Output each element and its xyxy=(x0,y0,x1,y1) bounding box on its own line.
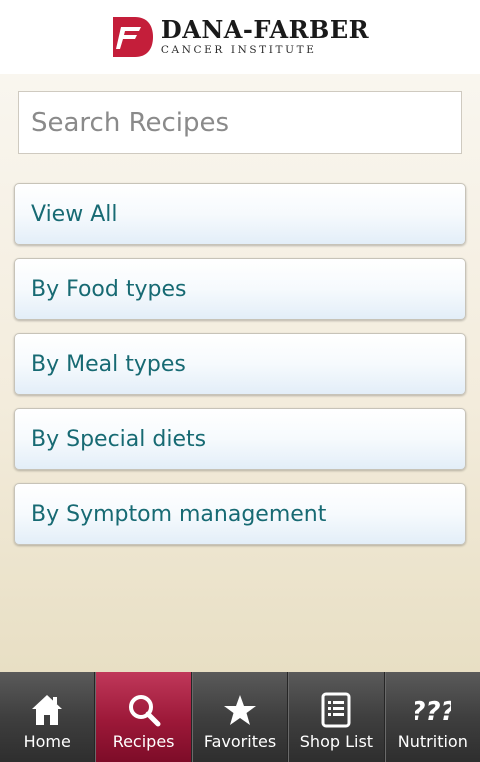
menu-item-label: By Meal types xyxy=(31,351,186,377)
by-meal-types-button[interactable]: By Meal types xyxy=(14,333,466,395)
tab-favorites[interactable]: Favorites xyxy=(191,672,289,762)
menu-item-label: By Food types xyxy=(31,276,187,302)
app-header: DANA-FARBER CANCER INSTITUTE xyxy=(0,0,480,74)
tab-home[interactable]: Home xyxy=(0,672,96,762)
by-symptom-management-button[interactable]: By Symptom management xyxy=(14,483,466,545)
svg-text:???: ??? xyxy=(415,697,451,727)
star-icon xyxy=(221,692,259,728)
search-icon xyxy=(125,692,163,728)
by-food-types-button[interactable]: By Food types xyxy=(14,258,466,320)
dana-farber-logo-mark-icon xyxy=(112,17,153,57)
menu-item-label: By Special diets xyxy=(31,426,207,452)
dana-farber-logo: DANA-FARBER CANCER INSTITUTE xyxy=(111,15,369,59)
tab-nutrition[interactable]: ??? Nutrition xyxy=(384,672,480,762)
menu-item-label: View All xyxy=(31,201,118,227)
recipes-main: View All By Food types By Meal types By … xyxy=(0,74,480,672)
logo-subtitle: CANCER INSTITUTE xyxy=(160,44,317,56)
by-special-diets-button[interactable]: By Special diets xyxy=(14,408,466,470)
menu-item-label: By Symptom management xyxy=(31,501,327,527)
tab-shop-list[interactable]: Shop List xyxy=(288,672,385,762)
tab-label: Favorites xyxy=(203,732,277,751)
bottom-tab-bar: Home Recipes Favorites Shop List ? Nutri… xyxy=(0,672,480,762)
home-icon xyxy=(28,692,66,728)
search-recipes-input[interactable] xyxy=(18,91,462,154)
tab-recipes[interactable]: Recipes xyxy=(95,672,192,762)
tab-label: Shop List xyxy=(299,732,374,751)
tab-label: Nutrition xyxy=(397,732,468,751)
tab-label: Recipes xyxy=(112,732,175,751)
tab-label: Home xyxy=(23,732,71,751)
view-all-button[interactable]: View All xyxy=(14,183,466,245)
logo-title: DANA-FARBER xyxy=(160,15,370,44)
question-marks-icon: ??? xyxy=(414,692,452,728)
list-icon xyxy=(317,692,355,728)
